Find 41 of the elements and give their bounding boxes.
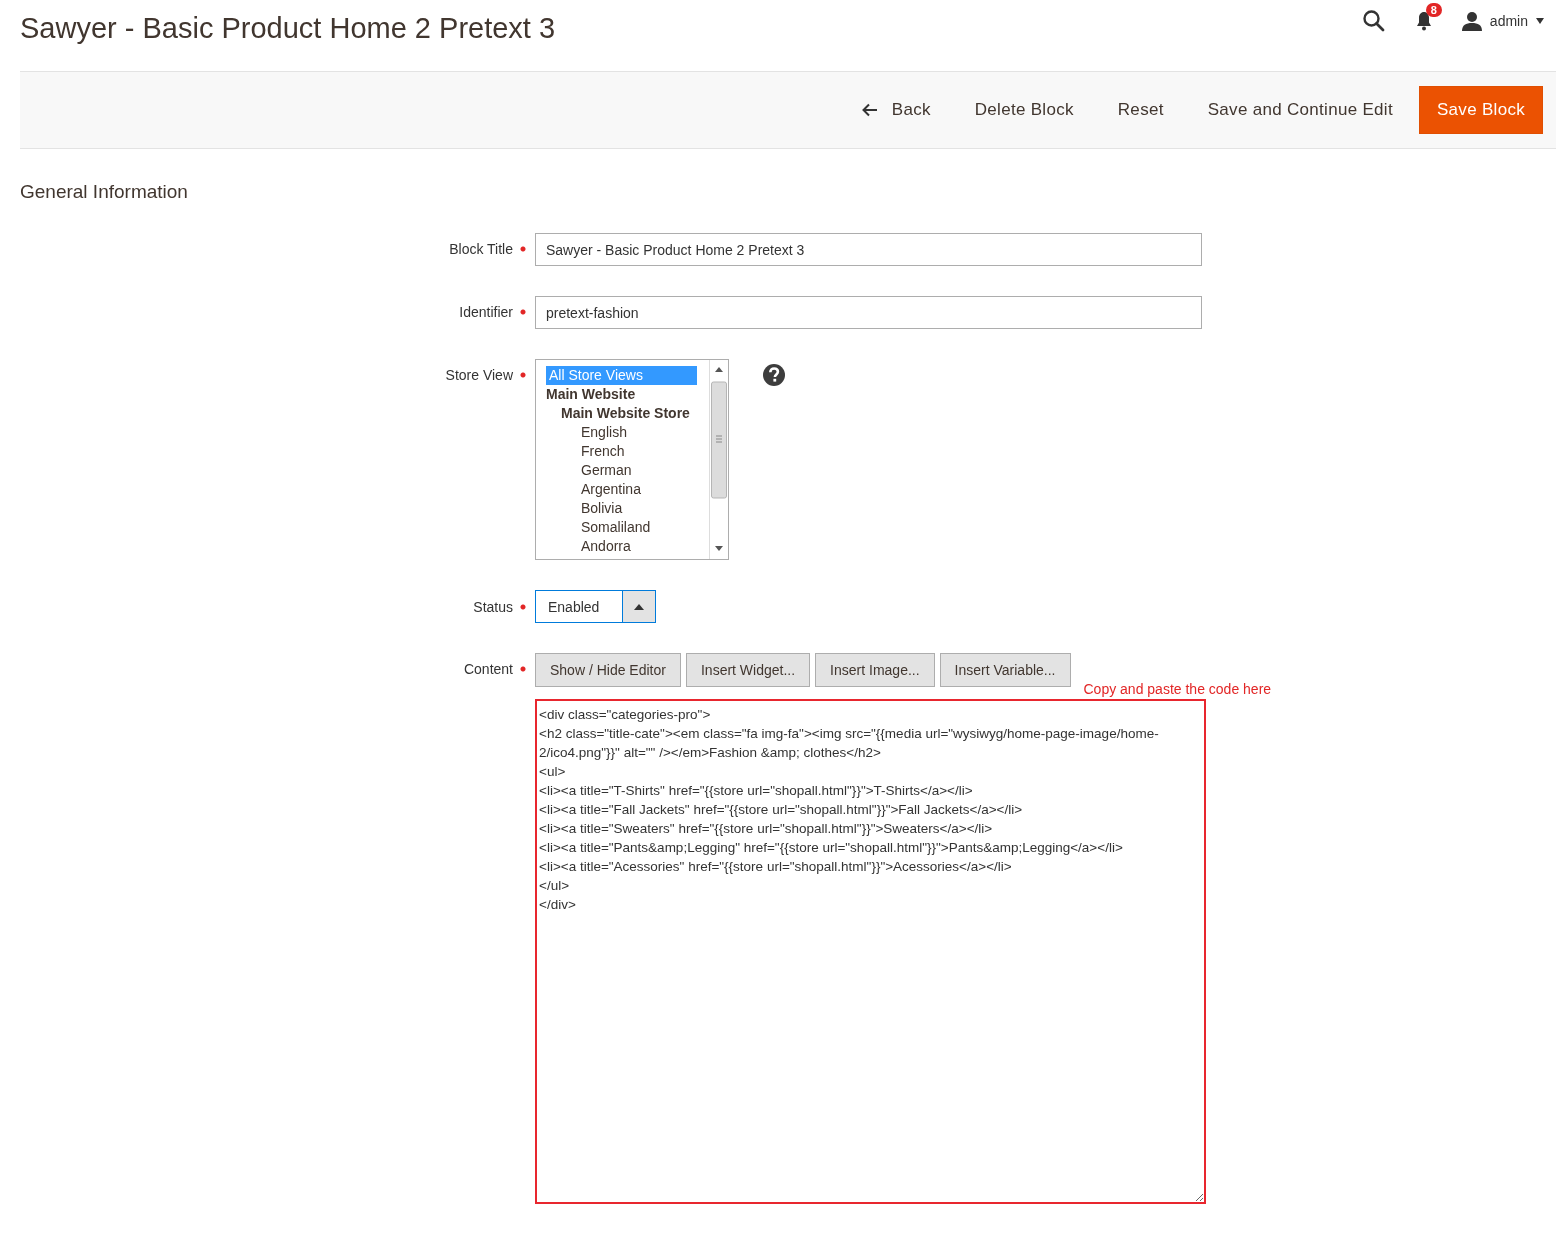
user-menu[interactable]: admin	[1461, 11, 1544, 31]
store-view-list[interactable]: All Store Views Main Website Main Website Store English French German Argentina Bolivia Somaliland Andorra	[535, 359, 729, 560]
editor-button[interactable]: Show / Hide Editor	[535, 653, 681, 687]
content-field[interactable]: <div class="categories-pro"> <h2 class="title-cate"><em class="fa img-fa"><img src="{{media url="wysiwyg/home-page-image/home-2/ico4.png"}}" alt="" /></em>Fashion &amp; clothes</h2> <ul> <li><a title="T-Shirts" href="{{store url="shopall.html"}}">T-Shirts</a></li> <li><a title="Fall Jackets" href="{{store url="shopall.html"}}">Fall Jackets</a></li> <li><a title="Sweaters" href="{{store url="shopall.html"}}">Sweaters</a></li> <li><a title="Pants&amp;Legging" href="{{store url="shopall.html"}}">Pants&amp;Legging</a></li> <li><a title="Acessories" href="{{store url="shopall.html"}}">Acessories</a></li> </ul> </div>	[535, 699, 1206, 1204]
field-label: Content	[463, 661, 513, 677]
editor-button[interactable]: Insert Image...	[815, 653, 935, 687]
search-icon[interactable]	[1361, 9, 1386, 33]
list-option[interactable]: Main Website Store	[546, 404, 709, 423]
text-field[interactable]: pretext-fashion	[535, 296, 1202, 329]
list-option[interactable]: Somaliland	[546, 518, 709, 537]
left-arrow-icon[interactable]	[861, 103, 878, 117]
field-label: Status	[473, 599, 513, 615]
field-label: Identifier	[459, 304, 513, 320]
list-option[interactable]: Argentina	[546, 480, 709, 499]
notification-count: 8	[1425, 3, 1442, 17]
section-title: General Information	[20, 181, 189, 203]
list-option[interactable]: German	[546, 461, 709, 480]
list-option[interactable]: Main Website	[546, 385, 709, 404]
status-dropdown[interactable]: Enabled	[535, 590, 656, 623]
editor-button[interactable]: Insert Variable...	[939, 653, 1071, 687]
save-button[interactable]: Save Block	[1418, 86, 1543, 134]
annotation-note: Copy and paste the code here	[1083, 681, 1272, 697]
help-icon[interactable]	[762, 363, 786, 387]
scrollbar[interactable]	[709, 360, 728, 559]
field-label: Store View	[445, 367, 513, 383]
page-title: Sawyer - Basic Product Home 2 Pretext 3	[20, 11, 556, 45]
list-option[interactable]: Andorra	[546, 537, 709, 556]
user-icon[interactable]	[1461, 11, 1482, 31]
editor-button[interactable]: Insert Widget...	[685, 653, 811, 687]
bell-icon[interactable]	[1415, 11, 1432, 31]
toolbar-button[interactable]: Save and Continue Edit	[1189, 88, 1411, 132]
list-option[interactable]: French	[546, 442, 709, 461]
back-button[interactable]: Back	[843, 88, 949, 132]
field-label: Block Title	[449, 241, 513, 257]
list-option[interactable]: Bolivia	[546, 499, 709, 518]
caret-icon[interactable]	[1536, 18, 1544, 24]
caret-up-icon[interactable]	[634, 603, 644, 610]
list-option[interactable]: English	[546, 423, 709, 442]
text-field[interactable]: Sawyer - Basic Product Home 2 Pretext 3	[535, 233, 1202, 266]
toolbar-button[interactable]: Reset	[1099, 88, 1182, 132]
toolbar-button[interactable]: Delete Block	[956, 88, 1092, 132]
